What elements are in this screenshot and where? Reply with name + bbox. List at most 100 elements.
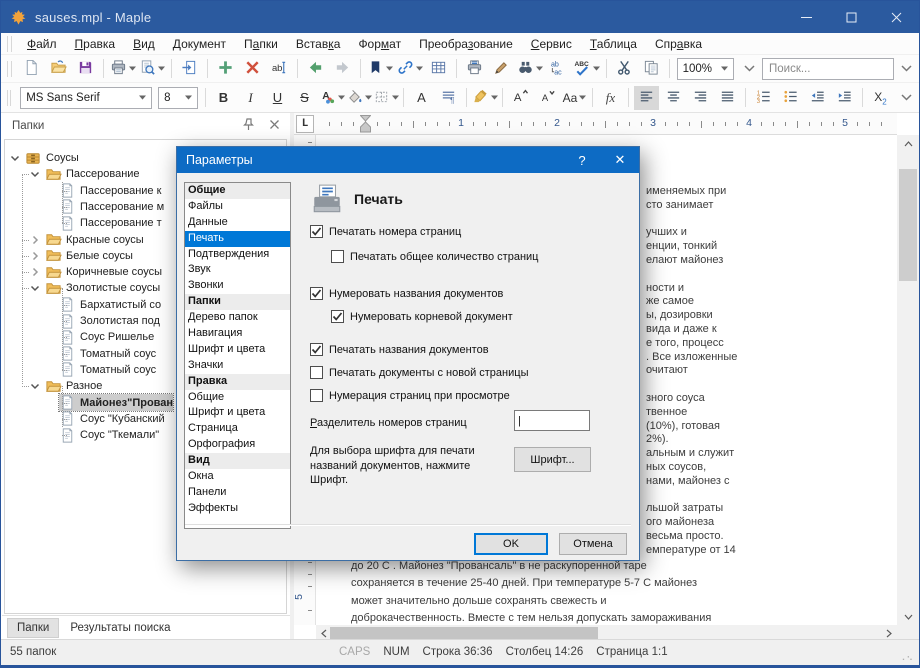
- highlight-button[interactable]: [472, 86, 497, 110]
- tab-stop-selector[interactable]: L: [296, 115, 314, 133]
- vertical-scroll-thumb[interactable]: [899, 169, 917, 281]
- options-category-item[interactable]: Шрифт и цвета: [185, 405, 290, 421]
- chevron-expanded-icon[interactable]: [9, 153, 21, 163]
- chevron-expanded-icon[interactable]: [29, 169, 41, 179]
- bullet-list-button[interactable]: [778, 86, 803, 110]
- options-category-item[interactable]: Звонки: [185, 278, 290, 294]
- open-folder-button[interactable]: [46, 57, 71, 81]
- rename-button[interactable]: ab: [267, 57, 292, 81]
- options-category-item[interactable]: Общие: [185, 390, 290, 406]
- paragraph-marks-button[interactable]: ¶: [436, 86, 461, 110]
- copy-button[interactable]: [639, 57, 664, 81]
- menu-таблица[interactable]: Таблица: [581, 34, 646, 54]
- options-category-item[interactable]: Данные: [185, 215, 290, 231]
- checkbox-unchecked-icon[interactable]: [310, 389, 323, 402]
- shrink-font-button[interactable]: A: [535, 86, 560, 110]
- options-category-item[interactable]: Орфография: [185, 437, 290, 453]
- separator-input[interactable]: [514, 410, 590, 431]
- checkbox-row[interactable]: Нумерация страниц при просмотре: [310, 389, 510, 402]
- add-folder-button[interactable]: [213, 57, 238, 81]
- menu-папки[interactable]: Папки: [235, 34, 287, 54]
- maximize-button[interactable]: [829, 1, 874, 33]
- font-combo[interactable]: MS Sans Serif: [20, 87, 152, 109]
- cut-button[interactable]: [612, 57, 637, 81]
- increase-indent-button[interactable]: [832, 86, 857, 110]
- export-document-button[interactable]: [177, 57, 202, 81]
- options-category-item[interactable]: Шрифт и цвета: [185, 342, 290, 358]
- chevron-collapsed-icon[interactable]: [29, 267, 41, 277]
- checkbox-row[interactable]: Печатать общее количество страниц: [331, 250, 538, 263]
- print-button[interactable]: [109, 57, 137, 81]
- character-button[interactable]: A: [409, 86, 434, 110]
- checkbox-checked-icon[interactable]: [310, 343, 323, 356]
- dropdown-arrow-icon[interactable]: [365, 95, 372, 100]
- options-category-header[interactable]: Папки: [185, 294, 290, 310]
- dropdown-arrow-icon[interactable]: [180, 95, 197, 100]
- align-center-button[interactable]: [661, 86, 686, 110]
- options-category-item[interactable]: Подтверждения: [185, 247, 290, 263]
- options-category-item[interactable]: Звук: [185, 262, 290, 278]
- chevron-collapsed-icon[interactable]: [29, 251, 41, 261]
- find-button[interactable]: [516, 57, 544, 81]
- options-category-item[interactable]: Страница: [185, 421, 290, 437]
- underline-button[interactable]: U: [265, 86, 290, 110]
- toolbar-overflow-icon[interactable]: [901, 94, 912, 101]
- checkbox-row[interactable]: Нумеровать корневой документ: [331, 310, 513, 323]
- horizontal-ruler[interactable]: 12345: [316, 113, 897, 135]
- fill-color-button[interactable]: [346, 86, 371, 110]
- menu-формат[interactable]: Формат: [349, 34, 410, 54]
- menu-вставка[interactable]: Вставка: [287, 34, 350, 54]
- print-document-button[interactable]: [462, 57, 487, 81]
- borders-button[interactable]: [373, 86, 398, 110]
- dropdown-arrow-icon[interactable]: [416, 66, 423, 71]
- selected-tree-item[interactable]: Майонез"Прован: [59, 394, 173, 411]
- decrease-indent-button[interactable]: [805, 86, 830, 110]
- checkbox-checked-icon[interactable]: [310, 287, 323, 300]
- new-document-button[interactable]: [19, 57, 44, 81]
- checkbox-row[interactable]: Нумеровать названия документов: [310, 287, 503, 300]
- chevron-collapsed-icon[interactable]: [29, 235, 41, 245]
- navigate-forward-button[interactable]: [330, 57, 355, 81]
- grow-font-button[interactable]: A: [508, 86, 533, 110]
- chevron-expanded-icon[interactable]: [29, 381, 41, 391]
- vertical-scrollbar[interactable]: [897, 135, 919, 625]
- menu-преобразование[interactable]: Преобразование: [410, 34, 522, 54]
- bookmark-button[interactable]: [366, 57, 394, 81]
- menu-файл[interactable]: Файл: [18, 34, 66, 54]
- insert-table-button[interactable]: [426, 57, 451, 81]
- options-category-header[interactable]: Вид: [185, 453, 290, 469]
- justify-button[interactable]: [715, 86, 740, 110]
- menu-правка[interactable]: Правка: [66, 34, 125, 54]
- replace-button[interactable]: abac: [546, 57, 571, 81]
- options-category-item[interactable]: Дерево папок: [185, 310, 290, 326]
- numbered-list-button[interactable]: 123: [751, 86, 776, 110]
- navigate-back-button[interactable]: [303, 57, 328, 81]
- zoom-combo[interactable]: 100%: [677, 58, 734, 80]
- toolbar-overflow-icon[interactable]: [901, 65, 912, 72]
- options-category-header[interactable]: Правка: [185, 374, 290, 390]
- hyperlink-button[interactable]: [396, 57, 424, 81]
- dropdown-arrow-icon[interactable]: [536, 66, 543, 71]
- align-left-button[interactable]: [634, 86, 659, 110]
- dropdown-arrow-icon[interactable]: [386, 66, 393, 71]
- spellcheck-button[interactable]: ABC: [573, 57, 601, 81]
- ok-button[interactable]: OK: [474, 533, 548, 555]
- dropdown-arrow-icon[interactable]: [158, 66, 165, 71]
- options-category-item[interactable]: Файлы: [185, 199, 290, 215]
- checkbox-row[interactable]: Печатать названия документов: [310, 343, 489, 356]
- dropdown-arrow-icon[interactable]: [134, 95, 151, 100]
- print-preview-button[interactable]: [139, 57, 167, 81]
- menu-вид[interactable]: Вид: [124, 34, 164, 54]
- dropdown-arrow-icon[interactable]: [716, 66, 733, 71]
- menu-документ[interactable]: Документ: [164, 34, 235, 54]
- options-category-item[interactable]: Значки: [185, 358, 290, 374]
- options-category-header[interactable]: Общие: [185, 183, 290, 199]
- delete-button[interactable]: [240, 57, 265, 81]
- menu-сервис[interactable]: Сервис: [522, 34, 581, 54]
- subscript-button[interactable]: X2: [868, 86, 893, 110]
- panel-tab-folders[interactable]: Папки: [7, 618, 59, 638]
- dropdown-arrow-icon[interactable]: [579, 95, 586, 100]
- dropdown-arrow-icon[interactable]: [491, 95, 498, 100]
- indent-marker[interactable]: [360, 115, 371, 135]
- save-button[interactable]: [73, 57, 98, 81]
